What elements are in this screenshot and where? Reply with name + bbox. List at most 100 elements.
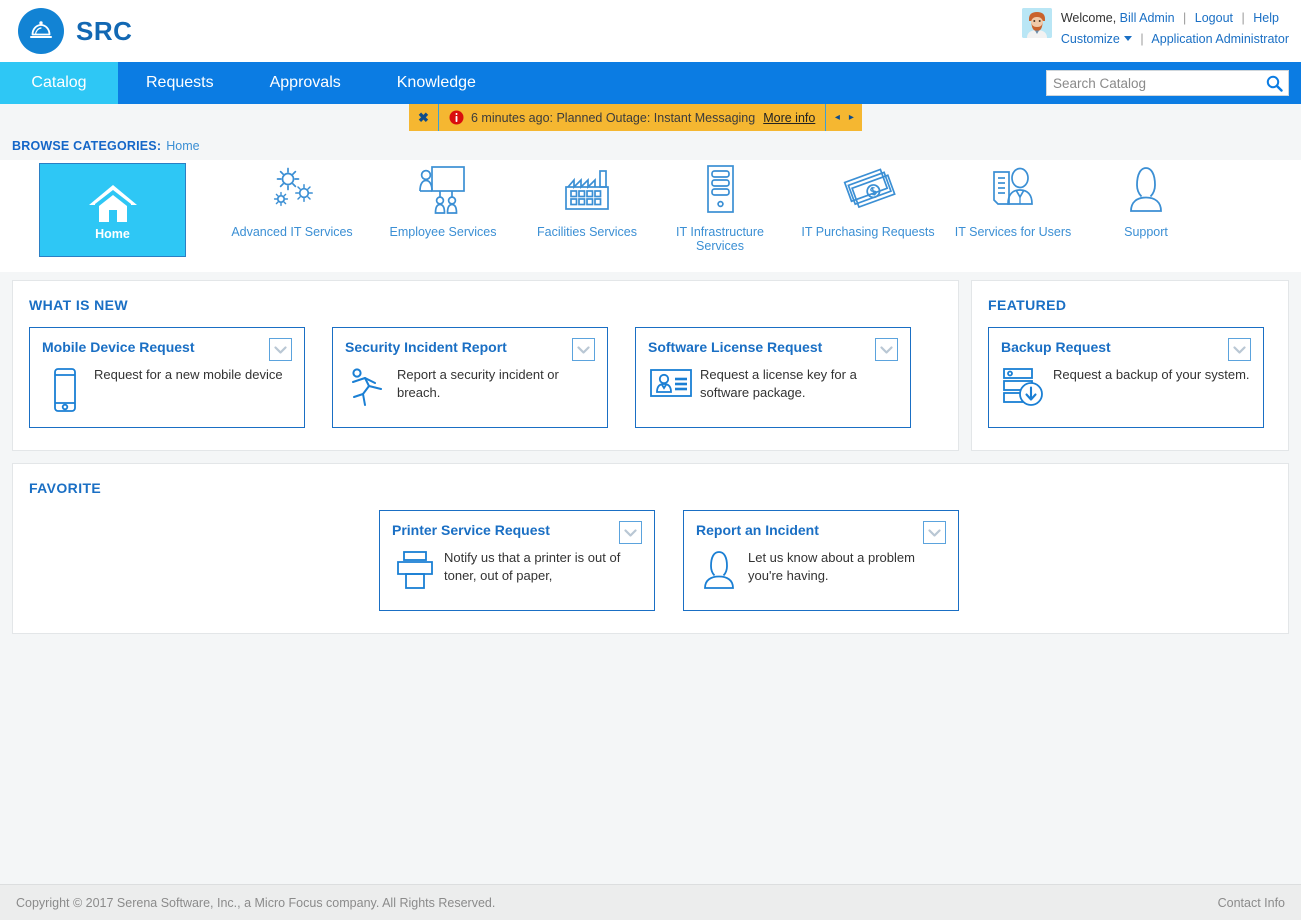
card-title: Software License Request <box>648 339 823 355</box>
category-home-label: Home <box>95 226 130 241</box>
card-backup-request[interactable]: Backup Request Request a backup of your … <box>988 327 1264 428</box>
printer-icon <box>392 549 438 591</box>
card-description: Report a security incident or breach. <box>397 367 559 400</box>
id-badge-icon <box>648 366 694 400</box>
brand-name: SRC <box>76 15 133 46</box>
gears-icon <box>259 160 325 222</box>
breadcrumb-label: BROWSE CATEGORIES: <box>12 139 162 153</box>
category-support[interactable]: Support <box>1098 160 1194 239</box>
card-description: Let us know about a problem you're havin… <box>748 550 915 583</box>
category-home[interactable]: Home <box>39 163 186 257</box>
search-catalog-box <box>1046 70 1289 96</box>
card-body: Let us know about a problem you're havin… <box>696 549 946 593</box>
card-description: Notify us that a printer is out of toner… <box>444 550 621 583</box>
role-link[interactable]: Application Administrator <box>1151 32 1289 46</box>
card-printer-service-request[interactable]: Printer Service Request Notify us that a… <box>379 510 655 611</box>
notification-zone: ✖ 6 minutes ago: Planned Outage: Instant… <box>0 104 1301 132</box>
featured-card-list: Backup Request Request a backup of your … <box>988 327 1272 428</box>
chevron-down-icon <box>624 528 637 537</box>
server-tower-icon <box>694 160 746 222</box>
user-avatar-icon[interactable] <box>1021 8 1052 38</box>
card-description: Request a license key for a software pac… <box>700 367 857 400</box>
panel-favorite: FAVORITE Printer Service Request Notify … <box>12 463 1289 634</box>
breadcrumb: BROWSE CATEGORIES: Home <box>0 132 1301 160</box>
card-title: Printer Service Request <box>392 522 550 538</box>
card-menu-button[interactable] <box>1228 338 1251 361</box>
tab-knowledge-label: Knowledge <box>396 74 476 91</box>
card-menu-button[interactable] <box>619 521 642 544</box>
tab-requests[interactable]: Requests <box>118 62 242 104</box>
tab-knowledge[interactable]: Knowledge <box>369 62 504 104</box>
category-advanced-it-services[interactable]: Advanced IT Services <box>218 160 366 239</box>
notification-prev-button[interactable]: ◂ <box>830 104 844 131</box>
service-bell-icon <box>18 8 64 54</box>
category-advanced-it-services-label: Advanced IT Services <box>231 225 353 239</box>
tab-catalog-label: Catalog <box>31 74 87 91</box>
headset-person-icon <box>1118 160 1174 222</box>
panel-what-is-new: WHAT IS NEW Mobile Device Request Reques… <box>12 280 959 451</box>
category-it-purchasing-requests-label: IT Purchasing Requests <box>801 225 935 239</box>
category-it-services-for-users[interactable]: IT Services for Users <box>948 160 1078 239</box>
customize-menu[interactable]: Customize <box>1061 32 1132 46</box>
tab-requests-label: Requests <box>146 74 214 91</box>
card-security-incident-report[interactable]: Security Incident Report Report a securi… <box>332 327 608 428</box>
category-strip: Home Advanced IT Services Employee Servi… <box>0 160 1301 272</box>
card-menu-button[interactable] <box>269 338 292 361</box>
card-menu-button[interactable] <box>572 338 595 361</box>
copyright-text: Copyright © 2017 Serena Software, Inc., … <box>16 895 496 910</box>
category-it-infrastructure-services-label: IT Infrastructure Services <box>676 225 764 253</box>
panel-what-is-new-title: WHAT IS NEW <box>29 297 129 313</box>
catalog-content: WHAT IS NEW Mobile Device Request Reques… <box>0 280 1301 634</box>
notification-next-button[interactable]: ▸ <box>844 104 858 131</box>
brand-logo[interactable]: SRC <box>18 8 132 54</box>
customize-line: Customize | Application Administrator <box>1061 29 1289 49</box>
notification-text: 6 minutes ago: Planned Outage: Instant M… <box>471 110 756 125</box>
card-body: Report a security incident or breach. <box>345 366 595 410</box>
panel-favorite-title: FAVORITE <box>29 480 102 496</box>
tab-approvals-label: Approvals <box>269 74 341 91</box>
card-header: Software License Request <box>648 338 898 361</box>
search-input[interactable] <box>1047 71 1260 95</box>
card-mobile-device-request[interactable]: Mobile Device Request Request for a new … <box>29 327 305 428</box>
customize-label: Customize <box>1060 32 1120 46</box>
category-it-infrastructure-services[interactable]: IT Infrastructure Services <box>662 160 778 253</box>
presentation-people-icon <box>412 160 474 222</box>
category-facilities-services-label: Facilities Services <box>536 225 638 239</box>
category-it-purchasing-requests[interactable]: IT Purchasing Requests <box>794 160 942 239</box>
search-button[interactable] <box>1260 71 1288 95</box>
card-description: Request a backup of your system. <box>1053 367 1250 382</box>
contact-info-link[interactable]: Contact Info <box>1218 896 1285 910</box>
card-menu-button[interactable] <box>923 521 946 544</box>
card-software-license-request[interactable]: Software License Request Request a licen… <box>635 327 911 428</box>
separator-1: | <box>1183 11 1187 25</box>
chevron-down-icon <box>274 345 287 354</box>
search-icon <box>1266 75 1283 92</box>
help-link[interactable]: Help <box>1253 11 1279 25</box>
card-body: Request a backup of your system. <box>1001 366 1251 408</box>
card-report-an-incident[interactable]: Report an Incident Let us know about a p… <box>683 510 959 611</box>
person-bust-icon <box>696 549 742 593</box>
favorite-card-list: Printer Service Request Notify us that a… <box>29 510 1272 611</box>
chevron-down-icon <box>1233 345 1246 354</box>
category-employee-services[interactable]: Employee Services <box>372 160 514 239</box>
category-support-label: Support <box>1124 225 1168 239</box>
info-alert-icon <box>449 110 464 125</box>
notification-more-info-link[interactable]: More info <box>763 111 815 125</box>
tab-approvals[interactable]: Approvals <box>242 62 369 104</box>
main-navigation: Catalog Requests Approvals Knowledge <box>0 62 1301 104</box>
tab-catalog[interactable]: Catalog <box>0 62 118 104</box>
category-facilities-services[interactable]: Facilities Services <box>520 160 654 239</box>
notification-close-button[interactable]: ✖ <box>409 104 439 131</box>
user-name-link[interactable]: Bill Admin <box>1120 11 1175 25</box>
card-menu-button[interactable] <box>875 338 898 361</box>
top-panels-row: WHAT IS NEW Mobile Device Request Reques… <box>0 280 1301 451</box>
logout-link[interactable]: Logout <box>1195 11 1233 25</box>
user-account-area: Welcome, Bill Admin | Logout | Help Cust… <box>1021 8 1289 49</box>
home-icon <box>86 180 140 226</box>
category-employee-services-label: Employee Services <box>389 225 497 239</box>
breadcrumb-current[interactable]: Home <box>166 139 199 153</box>
chevron-down-icon <box>880 345 893 354</box>
card-body: Request a license key for a software pac… <box>648 366 898 402</box>
page-footer: Copyright © 2017 Serena Software, Inc., … <box>0 884 1301 920</box>
chevron-down-icon <box>928 528 941 537</box>
